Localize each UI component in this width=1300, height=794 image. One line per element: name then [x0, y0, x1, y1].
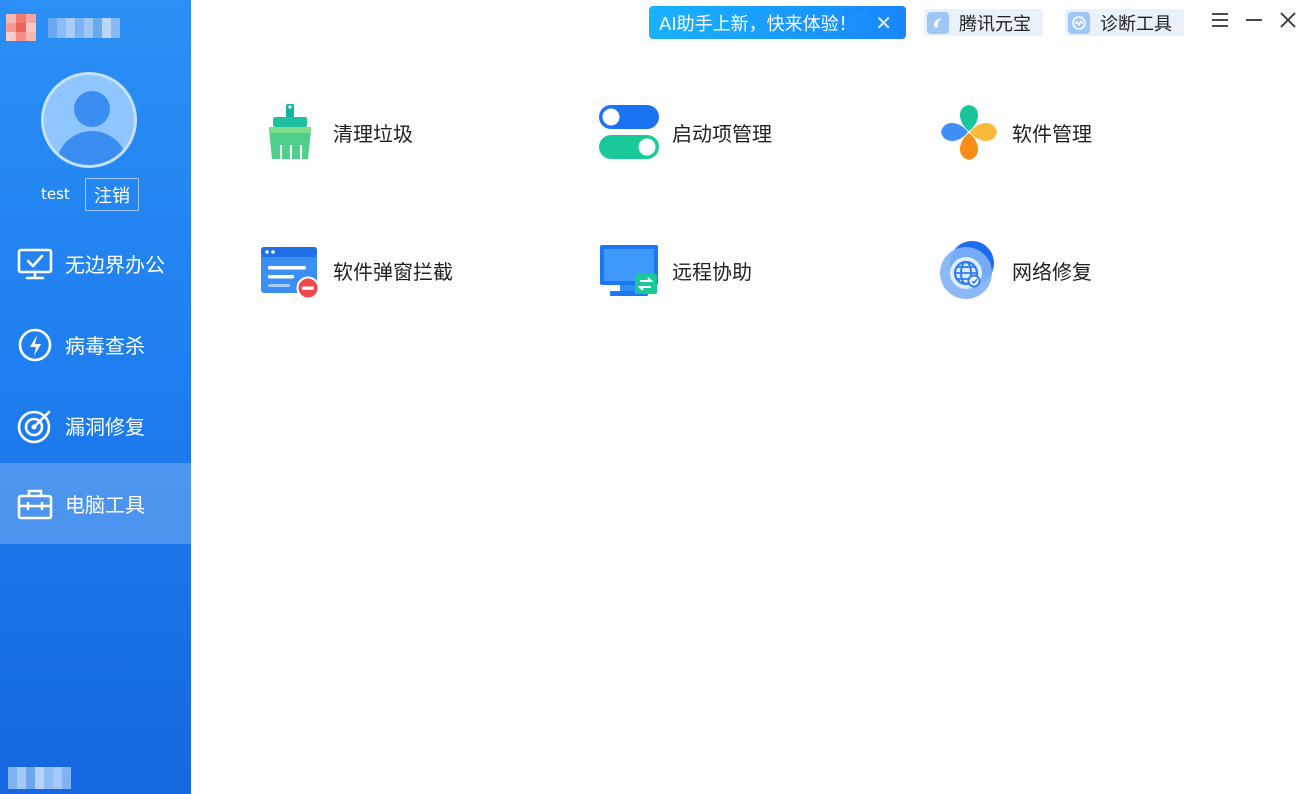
toolbox-icon [16, 485, 54, 523]
tool-label: 软件弹窗拦截 [333, 259, 453, 284]
ai-banner-text: AI助手上新，快来体验！ [659, 13, 857, 35]
broom-icon [259, 101, 321, 163]
toggle-switches-icon [598, 101, 660, 163]
target-icon [16, 407, 54, 445]
popup-block-icon [259, 239, 321, 301]
tool-remote-assist[interactable]: 远程协助 [598, 238, 752, 302]
app-name-pixelated [48, 18, 120, 38]
version-pixelated [8, 767, 72, 789]
logo-icon [6, 14, 36, 42]
tool-popup-blocker[interactable]: 软件弹窗拦截 [259, 238, 453, 302]
sidebar-item-label: 漏洞修复 [65, 415, 145, 439]
tool-startup-manager[interactable]: 启动项管理 [598, 100, 772, 164]
diagnose-icon [1068, 11, 1090, 34]
sidebar-item-label: 电脑工具 [65, 493, 145, 517]
app-logo [6, 14, 120, 42]
sidebar-item-vulnerability-fix[interactable]: 漏洞修复 [0, 385, 191, 466]
monitor-check-icon [16, 245, 54, 283]
tool-label: 清理垃圾 [333, 121, 413, 146]
avatar-body [56, 131, 128, 165]
close-icon[interactable]: ✕ [875, 11, 892, 35]
yuanbao-label: 腾讯元宝 [959, 13, 1031, 35]
tool-label: 网络修复 [1012, 259, 1092, 284]
minimize-icon[interactable] [1240, 6, 1268, 34]
yuanbao-icon [927, 11, 949, 34]
tool-clean-junk[interactable]: 清理垃圾 [259, 100, 413, 164]
globe-repair-icon [938, 239, 1000, 301]
sidebar-item-pc-tools[interactable]: 电脑工具 [0, 463, 191, 544]
logout-button[interactable]: 注销 [85, 178, 139, 211]
avatar-head [74, 91, 110, 127]
sidebar: test 注销 无边界办公 病毒查杀 漏洞修复 电脑工具 [0, 0, 191, 794]
lightning-shield-icon [16, 326, 54, 364]
diagnose-tool-button[interactable]: 诊断工具 [1065, 9, 1184, 36]
tool-label: 远程协助 [672, 259, 752, 284]
ai-assistant-banner[interactable]: AI助手上新，快来体验！ ✕ [649, 6, 906, 39]
close-window-icon[interactable] [1274, 6, 1300, 34]
tool-label: 启动项管理 [672, 121, 772, 146]
avatar[interactable] [41, 72, 137, 168]
remote-monitor-icon [598, 239, 660, 301]
sidebar-item-label: 病毒查杀 [65, 334, 145, 358]
diagnose-label: 诊断工具 [1100, 13, 1172, 35]
sidebar-item-label: 无边界办公 [65, 253, 165, 277]
clover-icon [938, 101, 1000, 163]
yuanbao-button[interactable]: 腾讯元宝 [924, 9, 1043, 36]
sidebar-item-virus-scan[interactable]: 病毒查杀 [0, 304, 191, 385]
tool-network-repair[interactable]: 网络修复 [938, 238, 1092, 302]
sidebar-item-borderless-office[interactable]: 无边界办公 [0, 223, 191, 304]
tool-software-manager[interactable]: 软件管理 [938, 100, 1092, 164]
username: test [41, 185, 70, 203]
user-row: test 注销 [0, 178, 191, 212]
menu-icon[interactable] [1206, 6, 1234, 34]
tool-label: 软件管理 [1012, 121, 1092, 146]
